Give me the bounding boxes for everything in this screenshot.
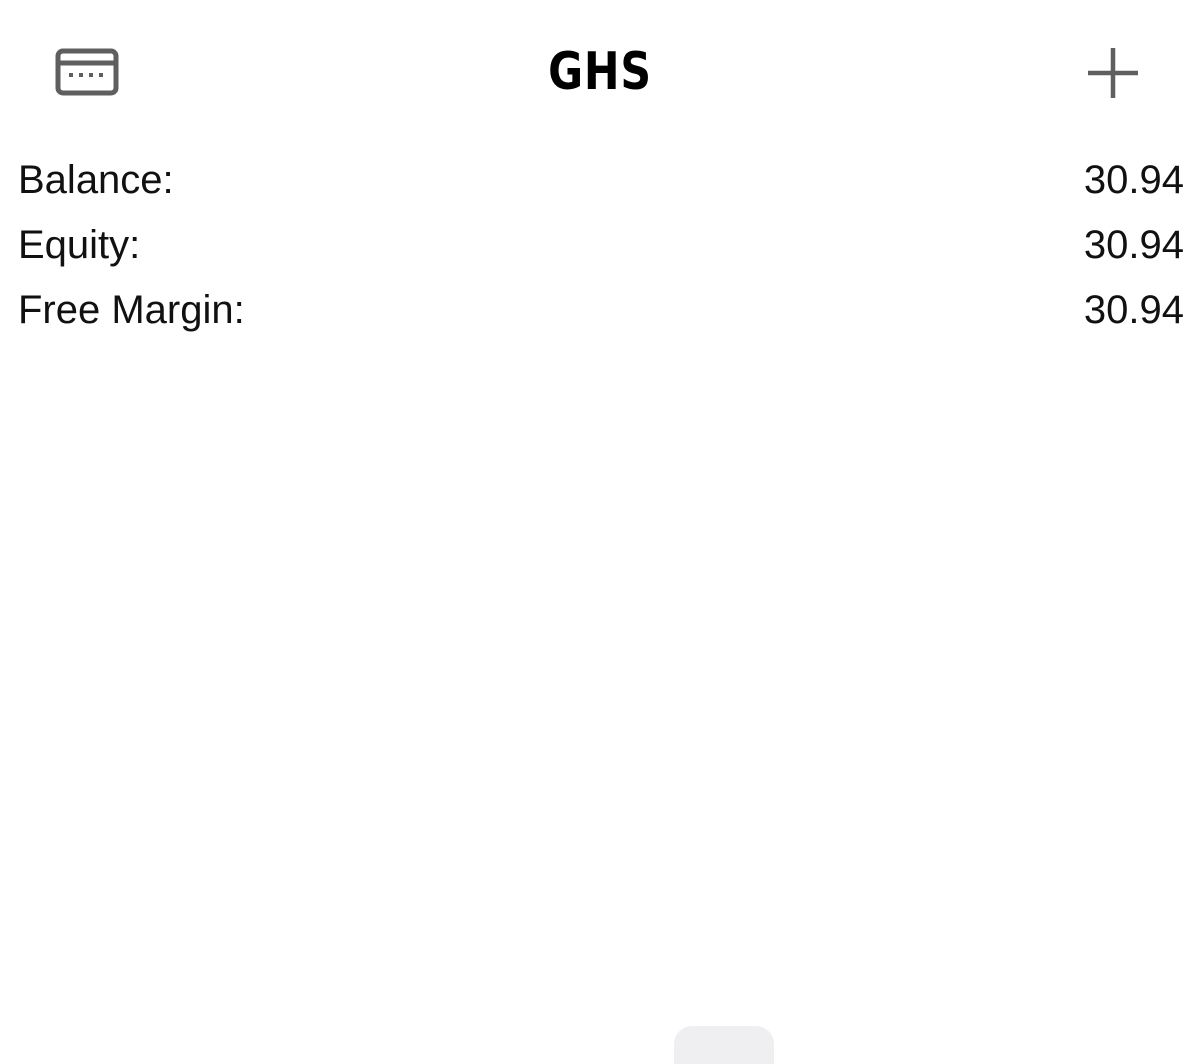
account-summary: Balance: 30.94 Equity: 30.94 Free Margin… bbox=[18, 148, 1184, 343]
equity-label: Equity: bbox=[18, 223, 141, 267]
balance-row: Balance: 30.94 bbox=[18, 148, 1184, 213]
free-margin-value: 30.94 bbox=[1083, 288, 1184, 332]
balance-value: 30.94 bbox=[1083, 158, 1184, 202]
equity-row: Equity: 30.94 bbox=[18, 213, 1184, 278]
plus-icon bbox=[1088, 48, 1138, 98]
equity-value: 30.94 bbox=[1083, 223, 1184, 267]
page-title: GHS bbox=[548, 42, 652, 102]
free-margin-label: Free Margin: bbox=[18, 288, 245, 332]
bottom-tab-handle[interactable] bbox=[674, 1026, 774, 1064]
free-margin-row: Free Margin: 30.94 bbox=[18, 278, 1184, 343]
accounts-screen: GHS Balance: 30.94 Equity: 30.94 Free Ma… bbox=[0, 0, 1200, 1064]
navigation-bar: GHS bbox=[0, 0, 1200, 140]
credit-card-icon bbox=[55, 48, 119, 96]
accounts-button[interactable] bbox=[46, 40, 128, 104]
balance-label: Balance: bbox=[18, 158, 174, 202]
add-account-button[interactable] bbox=[1078, 38, 1148, 108]
